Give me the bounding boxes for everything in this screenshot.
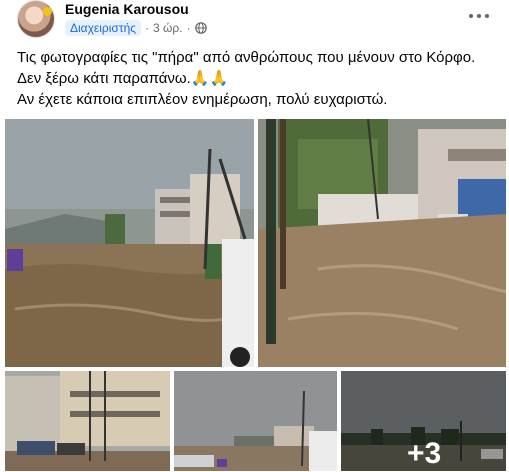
author-name[interactable]: Eugenia Karousou [65, 1, 189, 17]
facebook-post: Eugenia Karousou Διαχειριστής · 3 ώρ. · … [0, 0, 509, 472]
photo-flooded-alley[interactable] [258, 119, 506, 367]
meta-separator: · [186, 21, 191, 35]
photo-seafront[interactable] [174, 371, 337, 471]
admin-badge[interactable]: Διαχειριστής [65, 20, 142, 36]
meta-separator: · [145, 21, 150, 35]
avatar[interactable] [17, 0, 55, 38]
photo-gallery: +3 [0, 116, 509, 472]
post-text: Τις φωτογραφίες τις "πήρα" από ανθρώπους… [17, 47, 497, 110]
praying-hands-icon: 🙏🙏 [190, 70, 229, 87]
post-line-2: Δεν ξέρω κάτι παραπάνω.🙏🙏 [17, 68, 497, 89]
photo-more[interactable]: +3 [341, 371, 506, 471]
more-photos-count[interactable]: +3 [407, 437, 441, 471]
globe-icon [194, 22, 207, 34]
avatar-badge [43, 7, 52, 16]
post-meta: Διαχειριστής · 3 ώρ. · [65, 20, 207, 36]
post-time[interactable]: 3 ώρ. [153, 21, 183, 35]
post-line-1: Τις φωτογραφίες τις "πήρα" από ανθρώπους… [17, 49, 476, 66]
more-options-icon[interactable] [466, 6, 492, 26]
post-header: Eugenia Karousou Διαχειριστής · 3 ώρ. · [0, 0, 509, 42]
photo-street-cars[interactable] [5, 371, 170, 471]
post-line-3: Αν έχετε κάποια επιπλέον ενημέρωση, πολύ… [17, 91, 388, 108]
photo-flooded-street[interactable] [5, 119, 254, 367]
post-line-2-text: Δεν ξέρω κάτι παραπάνω. [17, 70, 191, 87]
